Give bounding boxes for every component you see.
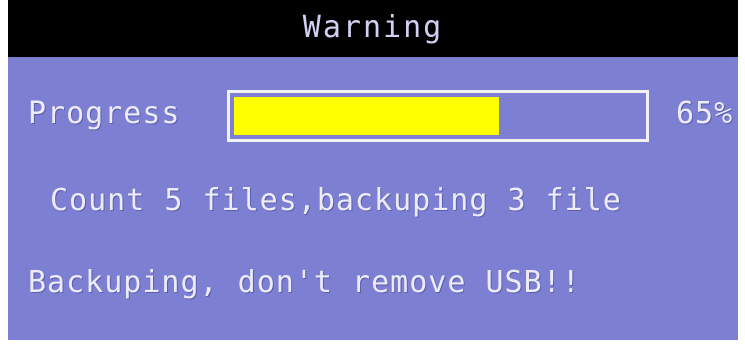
dialog-title: Warning	[302, 10, 444, 45]
progress-percentage: 65%	[676, 96, 734, 131]
dialog-titlebar: Warning	[8, 0, 738, 57]
backup-warning-dialog: Warning Progress 65% Count 5 files,backu…	[8, 0, 738, 340]
progress-fill	[234, 97, 499, 135]
progress-label: Progress	[28, 96, 181, 131]
screen: Warning Progress 65% Count 5 files,backu…	[0, 0, 745, 349]
usb-warning-message: Backuping, don't remove USB!!	[28, 265, 581, 300]
file-count-status: Count 5 files,backuping 3 file	[50, 183, 622, 218]
progress-bar	[227, 90, 649, 142]
